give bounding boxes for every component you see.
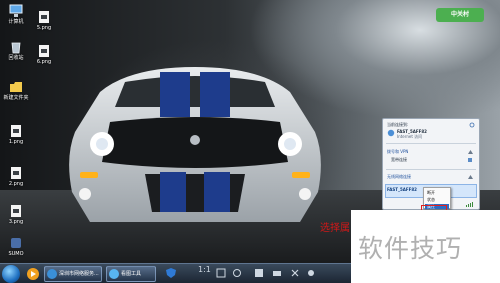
wireless-network-name[interactable]: FAST_5AFF82 <box>387 187 417 192</box>
image-viewer-icon <box>109 269 119 279</box>
chevron-up-icon[interactable] <box>468 150 473 154</box>
desktop-icon-area: 计算机 回收站 新建文件夹 1.png 2.png 3.png 5.png 6.… <box>0 0 70 263</box>
desktop-icon-label: 计算机 <box>8 19 24 25</box>
menu-item-status[interactable]: 状态 <box>427 197 435 202</box>
connection-icon <box>468 158 472 162</box>
desktop-icon-label: 1.png <box>8 139 24 145</box>
app-icon <box>11 238 21 248</box>
browser-icon <box>47 269 57 279</box>
desktop-icon-file[interactable]: 1.png <box>3 124 29 145</box>
taskbar: 深圳市网络服务... 看图工具 <box>0 263 351 283</box>
image-file-icon <box>39 45 49 57</box>
start-button[interactable] <box>2 265 20 283</box>
taskbar-app-label: 深圳市网络服务... <box>59 271 99 277</box>
refresh-icon[interactable] <box>469 122 475 128</box>
wireless-connection-label[interactable]: 无线网络连接 <box>387 174 411 179</box>
close-icon[interactable] <box>290 268 300 278</box>
desktop-icon-app[interactable]: SUMO <box>3 236 29 257</box>
desktop-icon-label: 3.png <box>8 219 24 225</box>
image-file-icon <box>11 167 21 179</box>
network-globe-icon <box>387 129 395 137</box>
image-file-icon <box>11 125 21 137</box>
desktop-icon-label: 2.png <box>8 181 24 187</box>
signal-strength-icon <box>466 188 474 207</box>
settings-icon[interactable] <box>306 268 316 278</box>
zoom-level[interactable]: 1:1 <box>198 265 211 274</box>
wired-connection-item[interactable]: 宽带连接 <box>391 157 407 162</box>
desktop-icon-file[interactable]: 6.png <box>31 44 57 65</box>
desktop-icon-label: 5.png <box>36 25 52 31</box>
divider <box>386 169 476 170</box>
annotation-text: 选择属 <box>320 223 350 234</box>
image-file-icon <box>39 11 49 23</box>
desktop-icon-label: 新建文件夹 <box>3 95 29 101</box>
print-icon[interactable] <box>272 268 282 278</box>
site-logo-text: 中关村 <box>450 11 469 18</box>
desktop-icon-folder[interactable]: 新建文件夹 <box>3 80 29 101</box>
desktop-icon-label: 6.png <box>36 59 52 65</box>
shield-icon[interactable] <box>166 268 176 278</box>
taskbar-app-image-viewer[interactable]: 看图工具 <box>106 266 156 282</box>
dialup-vpn-label[interactable]: 拨号和 VPN <box>387 149 408 154</box>
desktop-icon-file[interactable]: 3.png <box>3 204 29 225</box>
wallpaper-car <box>69 67 321 222</box>
taskbar-app-browser[interactable]: 深圳市网络服务... <box>44 266 102 282</box>
folder-icon <box>10 82 22 92</box>
watermark-text: 软件技巧 <box>358 234 463 263</box>
image-file-icon <box>11 205 21 217</box>
site-logo: 中关村 <box>436 8 484 22</box>
divider <box>386 143 476 144</box>
desktop-icon-computer[interactable]: 计算机 <box>3 4 29 25</box>
desktop-icon-file[interactable]: 2.png <box>3 166 29 187</box>
recycle-bin-icon <box>11 42 21 54</box>
computer-icon <box>9 4 23 17</box>
desktop-icon-label: 回收站 <box>8 55 24 61</box>
rotate-icon[interactable] <box>232 268 242 278</box>
current-network-status: Internet 访问 <box>397 134 423 139</box>
media-player-icon[interactable] <box>26 266 40 282</box>
menu-item-disconnect[interactable]: 断开 <box>427 190 435 195</box>
desktop-icon-recycle-bin[interactable]: 回收站 <box>3 40 29 61</box>
desktop-icon-file[interactable]: 5.png <box>31 10 57 31</box>
desktop-icon-label: SUMO <box>8 251 24 257</box>
network-header: 当前连接到: <box>387 122 409 127</box>
taskbar-app-label: 看图工具 <box>121 271 142 277</box>
fit-screen-icon[interactable] <box>216 268 226 278</box>
save-icon[interactable] <box>254 268 264 278</box>
chevron-up-icon[interactable] <box>468 175 473 179</box>
